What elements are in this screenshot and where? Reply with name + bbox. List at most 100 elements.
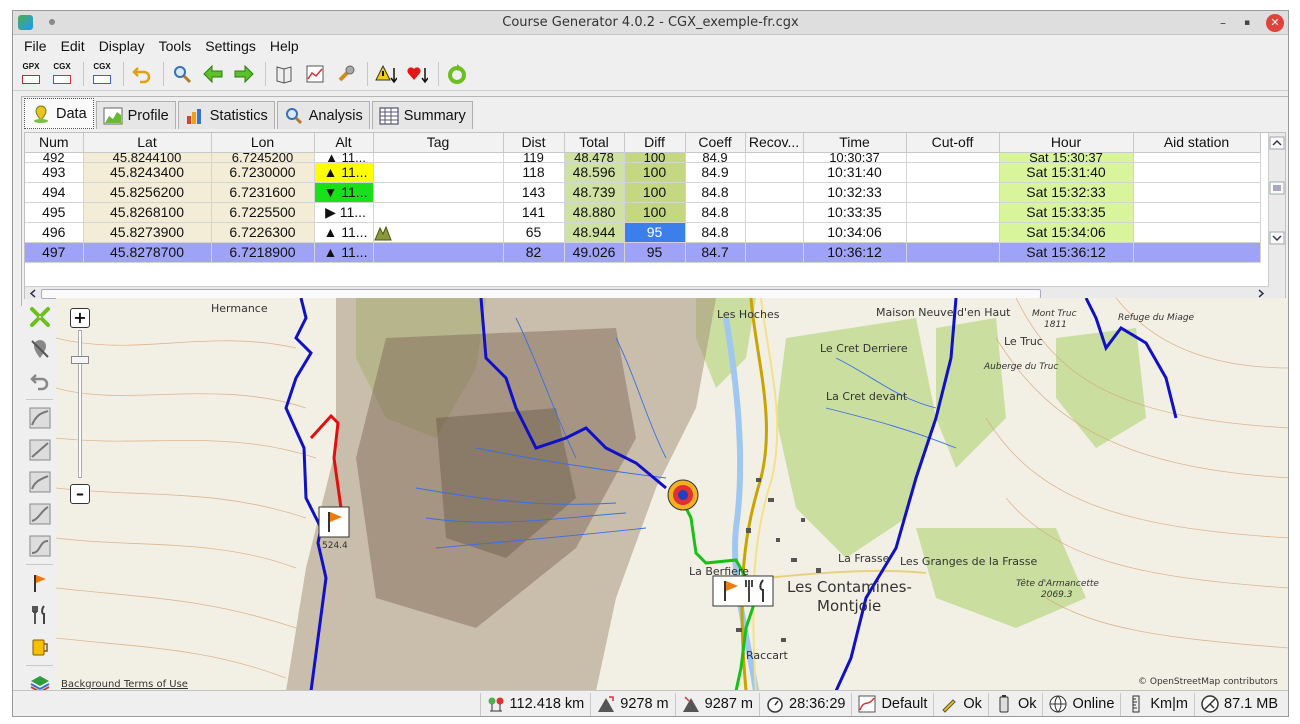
cell-dist: 118 <box>503 162 565 183</box>
summary-table-icon <box>379 107 399 124</box>
restaurant-button[interactable] <box>26 601 54 629</box>
tab-statistics[interactable]: Statistics <box>177 101 275 129</box>
tab-data[interactable]: Data <box>24 98 94 129</box>
search-button[interactable] <box>168 60 196 88</box>
cell-aid-station <box>1133 242 1261 263</box>
place-label-contamines-2: Montjoie <box>817 597 881 615</box>
table-vertical-scrollbar[interactable] <box>1268 133 1285 301</box>
scroll-up-icon[interactable] <box>1269 136 1285 150</box>
next-warning-button[interactable] <box>372 60 400 88</box>
cell-hour: Sat 15:34:06 <box>999 222 1134 243</box>
graph-button[interactable] <box>301 60 329 88</box>
table-row[interactable]: 495 45.8268100 6.7225500 ▶ 11... 141 48.… <box>25 202 1261 223</box>
flag-button[interactable] <box>26 569 54 597</box>
map-canvas[interactable]: 524.4 Hermance Les Hoches Maison Neuve d… <box>56 298 1289 691</box>
tab-summary[interactable]: Summary <box>371 101 473 129</box>
flag-marker[interactable] <box>318 506 350 538</box>
cell-tag <box>373 152 504 163</box>
next-favorite-button[interactable] <box>403 60 431 88</box>
menu-file[interactable]: File <box>17 38 54 54</box>
cell-hour: Sat 15:30:37 <box>999 152 1134 163</box>
track-curve-1-button[interactable] <box>26 404 54 432</box>
curve-chart-icon <box>858 695 876 713</box>
track-curve-4-button[interactable] <box>26 500 54 528</box>
status-curve[interactable]: Default <box>851 692 933 716</box>
open-gpx-button[interactable]: GPX <box>17 60 45 88</box>
column-header-tag[interactable]: Tag <box>373 133 504 153</box>
track-curve-1-icon <box>29 407 50 429</box>
undo-map-button[interactable] <box>26 367 54 395</box>
column-header-lat[interactable]: Lat <box>83 133 212 153</box>
settings-wrench-button[interactable] <box>332 60 360 88</box>
table-row[interactable]: 496 45.8273900 6.7226300 ▲ 11... 65 48.9… <box>25 222 1261 243</box>
close-button[interactable]: ✕ <box>1266 14 1284 32</box>
tab-analysis[interactable]: Analysis <box>276 101 370 129</box>
toolbar-separator <box>123 61 124 86</box>
status-descent: 9287 m <box>674 692 759 716</box>
map-view[interactable]: 524.4 Hermance Les Hoches Maison Neuve d… <box>56 298 1289 691</box>
restaurant-icon <box>31 605 45 624</box>
table-row-selected[interactable]: 497 45.8278700 6.7218900 ▲ 11... 82 49.0… <box>25 242 1261 263</box>
track-curve-5-button[interactable] <box>26 532 54 560</box>
menu-settings[interactable]: Settings <box>198 38 263 54</box>
menu-display[interactable]: Display <box>92 38 152 54</box>
map-pin-icon <box>34 104 48 123</box>
zoom-out-button[interactable]: – <box>70 484 90 504</box>
track-curve-3-button[interactable] <box>26 468 54 496</box>
network-value: Online <box>1072 696 1115 712</box>
menu-help[interactable]: Help <box>263 38 306 54</box>
menu-tools[interactable]: Tools <box>152 38 199 54</box>
tab-profile[interactable]: Profile <box>95 101 176 129</box>
column-header-recov[interactable]: Recov... <box>745 133 804 153</box>
table-row[interactable]: 492 45.8244100 6.7245200 ▲ 11... 119 48.… <box>25 152 1261 163</box>
column-header-lon[interactable]: Lon <box>211 133 315 153</box>
statistics-chart-icon <box>186 108 201 124</box>
analysis-magnifier-icon <box>285 107 302 124</box>
background-terms-link[interactable]: Background Terms of Use <box>61 679 188 690</box>
aid-station-marker[interactable] <box>712 575 774 607</box>
column-header-hour[interactable]: Hour <box>999 133 1134 153</box>
column-header-dist[interactable]: Dist <box>503 133 565 153</box>
scroll-down-icon[interactable] <box>1269 231 1285 245</box>
track-curve-2-button[interactable] <box>26 436 54 464</box>
table-row[interactable]: 494 45.8256200 6.7231600 ▼ 11... 143 48.… <box>25 182 1261 203</box>
column-header-coeff[interactable]: Coeff <box>685 133 746 153</box>
undo-button[interactable] <box>128 60 156 88</box>
zoom-slider-handle[interactable] <box>71 356 89 364</box>
place-label-la-frasse: La Frasse <box>838 552 890 565</box>
column-header-time[interactable]: Time <box>803 133 907 153</box>
time-value: 28:36:29 <box>789 696 846 712</box>
status-distance: 112.418 km <box>479 692 591 716</box>
table-row[interactable]: 493 45.8243400 6.7230000 ▲ 11... 118 48.… <box>25 162 1261 183</box>
cell-tag <box>373 222 504 243</box>
place-label-le-cret-derriere: Le Cret Derriere <box>820 342 908 355</box>
hide-marker-button[interactable] <box>26 335 54 363</box>
drink-button[interactable] <box>26 633 54 661</box>
restore-button[interactable]: ▪ <box>1238 14 1256 32</box>
column-header-diff[interactable]: Diff <box>624 133 686 153</box>
current-position-marker[interactable] <box>667 479 699 511</box>
menu-edit[interactable]: Edit <box>54 38 92 54</box>
previous-button[interactable] <box>199 60 227 88</box>
mrb-button[interactable] <box>270 60 298 88</box>
column-header-total[interactable]: Total <box>564 133 625 153</box>
cell-recov <box>745 202 804 223</box>
scroll-thumb-icon[interactable] <box>1269 181 1285 195</box>
column-header-aid-station[interactable]: Aid station <box>1133 133 1261 153</box>
flag-distance-label: 524.4 <box>322 541 348 551</box>
save-cgx-button[interactable]: CGX <box>88 60 116 88</box>
cell-diff: 100 <box>624 162 686 183</box>
column-header-alt[interactable]: Alt <box>314 133 374 153</box>
minimize-button[interactable]: – <box>1214 14 1232 32</box>
column-header-num[interactable]: Num <box>25 133 84 153</box>
zoom-in-button[interactable]: + <box>70 308 90 328</box>
column-header-cutoff[interactable]: Cut-off <box>906 133 1000 153</box>
globe-icon <box>1049 695 1067 713</box>
zoom-slider-track[interactable] <box>78 330 82 478</box>
refresh-button[interactable] <box>443 60 471 88</box>
status-units: Km|m <box>1120 692 1194 716</box>
hide-waypoints-button[interactable] <box>26 303 54 331</box>
open-gpx-icon <box>22 74 40 84</box>
open-cgx-button[interactable]: CGX <box>48 60 76 88</box>
next-button[interactable] <box>230 60 258 88</box>
